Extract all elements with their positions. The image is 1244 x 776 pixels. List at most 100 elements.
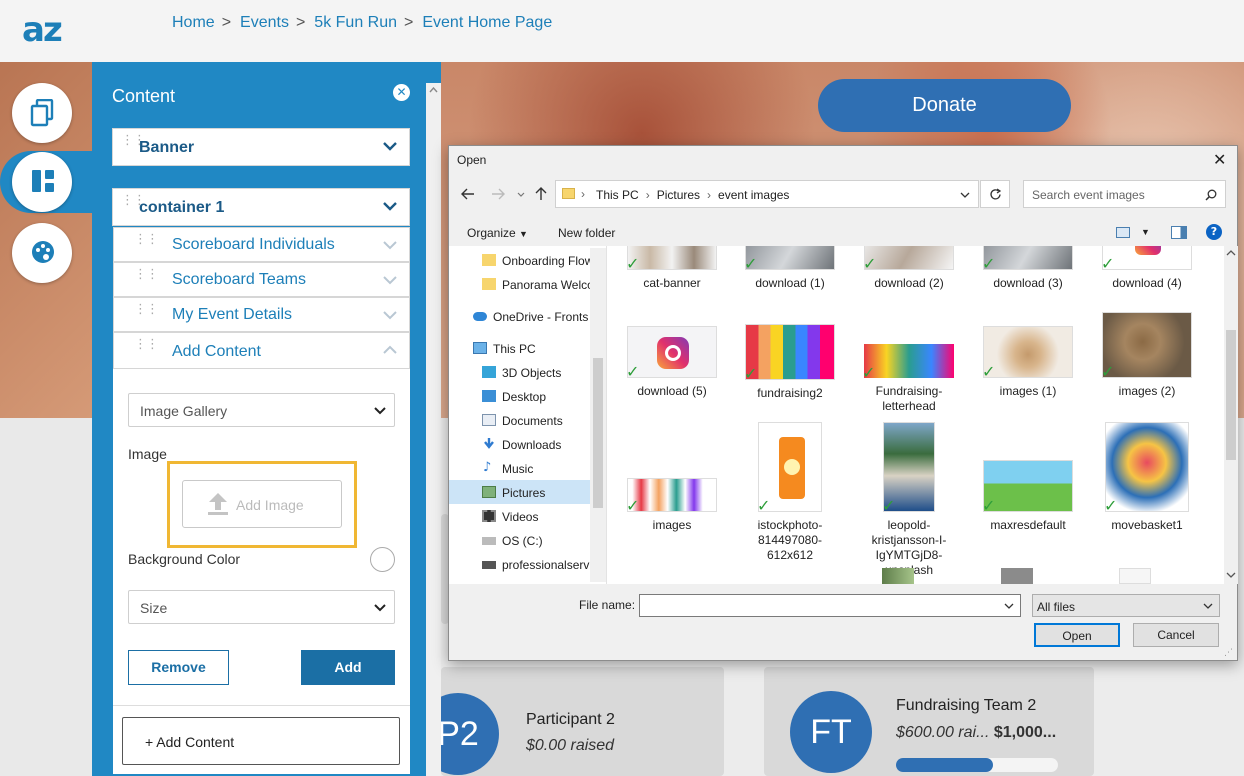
- section-my-event-details[interactable]: ⋮⋮ My Event Details: [113, 297, 410, 332]
- organize-button[interactable]: Organize ▼: [467, 226, 528, 240]
- drag-handle-icon[interactable]: ⋮⋮: [134, 338, 159, 351]
- image-thumbnail: ✓: [626, 326, 717, 381]
- nav-scroll-thumb[interactable]: [593, 358, 603, 508]
- search-input[interactable]: Search event images: [1023, 180, 1226, 208]
- file-item[interactable]: ✓ maxresdefault: [973, 460, 1083, 533]
- up-arrow-icon[interactable]: [535, 187, 547, 201]
- app-logo[interactable]: az: [22, 10, 63, 50]
- file-item[interactable]: ✓ Fundraising-letterhead: [854, 344, 964, 414]
- rail-theme-button[interactable]: [12, 223, 72, 283]
- section-scoreboard-teams[interactable]: ⋮⋮ Scoreboard Teams: [113, 262, 410, 297]
- rail-layout-button[interactable]: [12, 152, 72, 212]
- chevron-up-icon[interactable]: [383, 345, 397, 355]
- breadcrumb-event[interactable]: 5k Fun Run: [314, 14, 397, 32]
- file-item[interactable]: ✓ istockphoto-814497080-612x612: [735, 422, 845, 563]
- add-image-button[interactable]: Add Image: [182, 480, 342, 528]
- forward-arrow-icon[interactable]: [491, 188, 505, 200]
- view-dropdown-icon[interactable]: ▼: [1141, 227, 1150, 237]
- path-this-pc[interactable]: This PC: [596, 188, 639, 202]
- new-folder-button[interactable]: New folder: [558, 226, 615, 240]
- open-button[interactable]: Open: [1034, 623, 1120, 647]
- chevron-down-icon[interactable]: [1004, 603, 1014, 609]
- resize-grip-icon[interactable]: ⋰: [1224, 648, 1233, 658]
- close-icon[interactable]: ✕: [1213, 150, 1226, 169]
- add-button[interactable]: Add: [301, 650, 395, 685]
- file-item[interactable]: ✓ download (2): [854, 246, 964, 291]
- view-icon[interactable]: [1116, 227, 1130, 238]
- back-arrow-icon[interactable]: [461, 188, 475, 200]
- scroll-up-icon[interactable]: [1226, 250, 1236, 256]
- cloud-icon: [473, 312, 487, 321]
- divider: [113, 705, 410, 706]
- chevron-down-icon[interactable]: [383, 275, 397, 285]
- chevron-down-icon[interactable]: [383, 310, 397, 320]
- file-list-scroll-thumb[interactable]: [1226, 330, 1236, 460]
- nav-label: 3D Objects: [502, 366, 562, 380]
- sync-check-icon: ✓: [744, 254, 758, 273]
- file-item[interactable]: ✓ movebasket1: [1092, 422, 1202, 533]
- breadcrumb-home[interactable]: Home: [172, 14, 215, 32]
- file-name: download (5): [637, 384, 707, 398]
- drag-handle-icon[interactable]: ⋮⋮: [134, 233, 159, 246]
- chevron-down-icon[interactable]: [383, 141, 397, 151]
- participant-card[interactable]: P2 Participant 2 $0.00 raised: [417, 667, 724, 776]
- sync-check-icon: ✓: [863, 254, 877, 273]
- breadcrumb-events[interactable]: Events: [240, 14, 289, 32]
- container-section[interactable]: ⋮⋮ container 1: [112, 188, 410, 226]
- section-scoreboard-individuals[interactable]: ⋮⋮ Scoreboard Individuals: [113, 227, 410, 262]
- file-name-label: File name:: [579, 598, 636, 612]
- add-content-button[interactable]: + Add Content: [122, 717, 400, 765]
- breadcrumb-current[interactable]: Event Home Page: [422, 14, 552, 32]
- refresh-button[interactable]: [980, 180, 1010, 208]
- path-pictures[interactable]: Pictures: [657, 188, 700, 202]
- drag-handle-icon[interactable]: ⋮⋮: [121, 194, 146, 207]
- content-type-select[interactable]: Image Gallery: [128, 393, 395, 427]
- chevron-down-icon[interactable]: [383, 201, 397, 211]
- document-icon: [482, 414, 496, 426]
- cancel-button[interactable]: Cancel: [1133, 623, 1219, 647]
- recent-locations-icon[interactable]: [517, 192, 525, 197]
- file-item[interactable]: ✓ fundraising2: [735, 324, 845, 401]
- path-event-images[interactable]: event images: [718, 188, 789, 202]
- panel-scrollbar[interactable]: [426, 83, 441, 776]
- background-color-picker[interactable]: [370, 547, 395, 572]
- help-icon[interactable]: ?: [1206, 224, 1222, 240]
- file-item[interactable]: ✓ cat-banner: [617, 246, 727, 291]
- file-item[interactable]: ✓ download (3): [973, 246, 1083, 291]
- nav-label: This PC: [493, 342, 536, 356]
- remove-button[interactable]: Remove: [128, 650, 229, 685]
- file-item[interactable]: ✓ images: [617, 478, 727, 533]
- image-thumbnail-partial: [1001, 568, 1033, 584]
- participant-raised: $0.00 raised: [526, 737, 615, 754]
- address-bar[interactable]: › This PC › Pictures › event images: [555, 180, 979, 208]
- file-type-select[interactable]: All files: [1032, 594, 1220, 617]
- drag-handle-icon[interactable]: ⋮⋮: [134, 303, 159, 316]
- file-name: images: [652, 518, 692, 532]
- donate-button[interactable]: Donate: [818, 79, 1071, 132]
- rail-pages-button[interactable]: [12, 83, 72, 143]
- drag-handle-icon[interactable]: ⋮⋮: [134, 268, 159, 281]
- file-name: fundraising2: [757, 386, 823, 400]
- size-select[interactable]: Size: [128, 590, 395, 624]
- file-item[interactable]: ✓leopold-kristjansson-I-IgYMTGjD8-unspla…: [854, 422, 964, 578]
- preview-pane-icon[interactable]: [1171, 226, 1187, 239]
- file-item[interactable]: ✓ images (2): [1092, 312, 1202, 399]
- file-item[interactable]: ✓ images (1): [973, 326, 1083, 399]
- music-icon: ♪: [483, 460, 492, 475]
- file-item[interactable]: ✓ download (1): [735, 246, 845, 291]
- file-name-input[interactable]: [639, 594, 1021, 617]
- nav-scrollbar[interactable]: [590, 248, 606, 582]
- scroll-up-icon[interactable]: [429, 87, 438, 93]
- chevron-down-icon[interactable]: [960, 192, 970, 198]
- file-list-scrollbar[interactable]: [1224, 246, 1238, 584]
- file-item[interactable]: ✓ download (5): [617, 326, 727, 399]
- section-add-content[interactable]: ⋮⋮ Add Content: [113, 332, 410, 369]
- close-icon[interactable]: ✕: [393, 84, 410, 101]
- scroll-down-icon[interactable]: [1226, 572, 1236, 578]
- team-card[interactable]: FT Fundraising Team 2 $600.00 rai... $1,…: [764, 667, 1094, 776]
- chevron-down-icon: [374, 407, 386, 415]
- chevron-down-icon[interactable]: [383, 240, 397, 250]
- file-item[interactable]: ✓ download (4): [1092, 246, 1202, 291]
- drag-handle-icon[interactable]: ⋮⋮: [121, 134, 146, 147]
- banner-section[interactable]: ⋮⋮ Banner: [112, 128, 410, 166]
